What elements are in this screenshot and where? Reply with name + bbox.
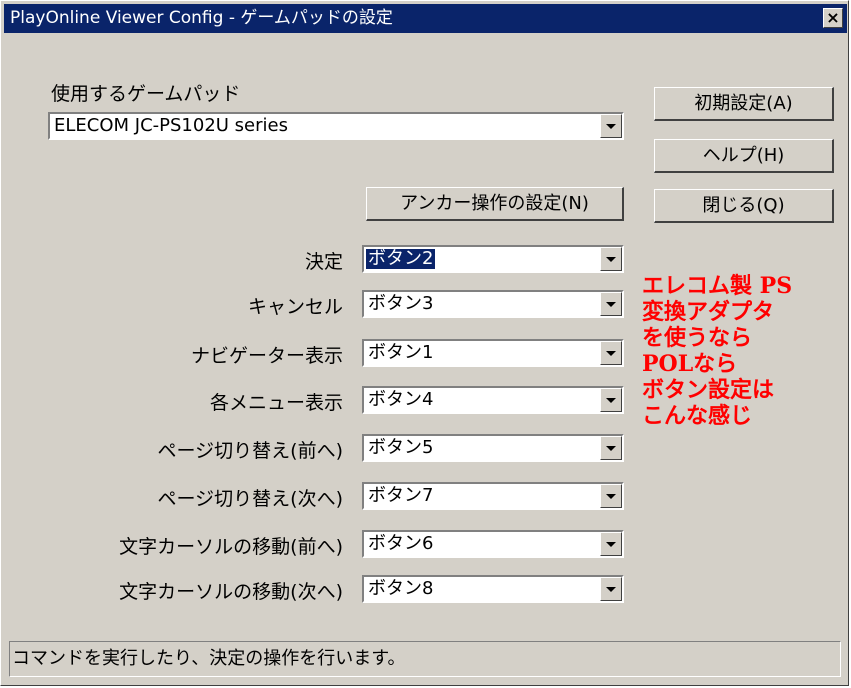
- annotation-line: を使うなら: [642, 325, 753, 351]
- mapping-select-value: ボタン3: [368, 293, 434, 314]
- defaults-button[interactable]: 初期設定(A): [654, 87, 834, 121]
- close-button[interactable]: 閉じる(Q): [654, 189, 834, 223]
- mapping-select[interactable]: ボタン3: [362, 290, 624, 318]
- chevron-down-icon[interactable]: [600, 114, 622, 138]
- mapping-select-value: ボタン4: [368, 389, 434, 410]
- chevron-down-icon[interactable]: [600, 388, 622, 412]
- status-text: コマンドを実行したり、決定の操作を行います。: [12, 648, 406, 669]
- mapping-label: 文字カーソルの移動(次へ): [119, 581, 343, 603]
- title-bar: PlayOnline Viewer Config - ゲームパッドの設定 ×: [4, 4, 847, 33]
- mapping-label: 各メニュー表示: [209, 392, 343, 414]
- mapping-label: キャンセル: [247, 296, 343, 318]
- window-title: PlayOnline Viewer Config - ゲームパッドの設定: [10, 8, 393, 28]
- mapping-select-value: ボタン7: [368, 485, 434, 506]
- chevron-down-icon[interactable]: [600, 247, 622, 271]
- handwritten-annotation: エレコム製 PS 変換アダプタ を使うなら POLなら ボタン設定は こんな感じ: [642, 273, 792, 429]
- mapping-select[interactable]: ボタン5: [362, 434, 624, 462]
- gamepad-select[interactable]: ELECOM JC-PS102U series: [48, 112, 624, 140]
- gamepad-select-value: ELECOM JC-PS102U series: [54, 115, 288, 136]
- mapping-select-value: ボタン8: [368, 578, 434, 599]
- help-button[interactable]: ヘルプ(H): [654, 139, 834, 173]
- gamepad-label: 使用するゲームパッド: [51, 83, 241, 105]
- mapping-select-value: ボタン2: [366, 248, 436, 269]
- mapping-label: 文字カーソルの移動(前へ): [119, 536, 343, 558]
- mapping-label: 決定: [304, 251, 343, 273]
- annotation-line: こんな感じ: [642, 403, 753, 429]
- config-dialog: PlayOnline Viewer Config - ゲームパッドの設定 × 使…: [0, 0, 849, 686]
- annotation-line: ボタン設定は: [642, 377, 775, 403]
- anchor-settings-button[interactable]: アンカー操作の設定(N): [366, 187, 624, 221]
- mapping-select[interactable]: ボタン8: [362, 575, 624, 603]
- status-bar: コマンドを実行したり、決定の操作を行います。: [9, 641, 841, 677]
- mapping-select[interactable]: ボタン7: [362, 482, 624, 510]
- close-window-button[interactable]: ×: [823, 8, 843, 28]
- annotation-line: 変換アダプタ: [642, 299, 775, 325]
- mapping-label: ページ切り替え(前へ): [157, 440, 343, 462]
- annotation-line: POLなら: [642, 351, 738, 377]
- mapping-select-value: ボタン1: [368, 342, 434, 363]
- annotation-line: エレコム製 PS: [642, 273, 793, 299]
- mapping-select-value: ボタン6: [368, 533, 434, 554]
- mapping-select[interactable]: ボタン4: [362, 386, 624, 414]
- chevron-down-icon[interactable]: [600, 532, 622, 556]
- mapping-select-value: ボタン5: [368, 437, 434, 458]
- mapping-select[interactable]: ボタン1: [362, 339, 624, 367]
- mapping-select[interactable]: ボタン2: [362, 245, 624, 273]
- chevron-down-icon[interactable]: [600, 341, 622, 365]
- chevron-down-icon[interactable]: [600, 436, 622, 460]
- chevron-down-icon[interactable]: [600, 484, 622, 508]
- chevron-down-icon[interactable]: [600, 292, 622, 316]
- mapping-label: ページ切り替え(次へ): [157, 488, 343, 510]
- mapping-label: ナビゲーター表示: [190, 345, 343, 367]
- mapping-select[interactable]: ボタン6: [362, 530, 624, 558]
- chevron-down-icon[interactable]: [600, 577, 622, 601]
